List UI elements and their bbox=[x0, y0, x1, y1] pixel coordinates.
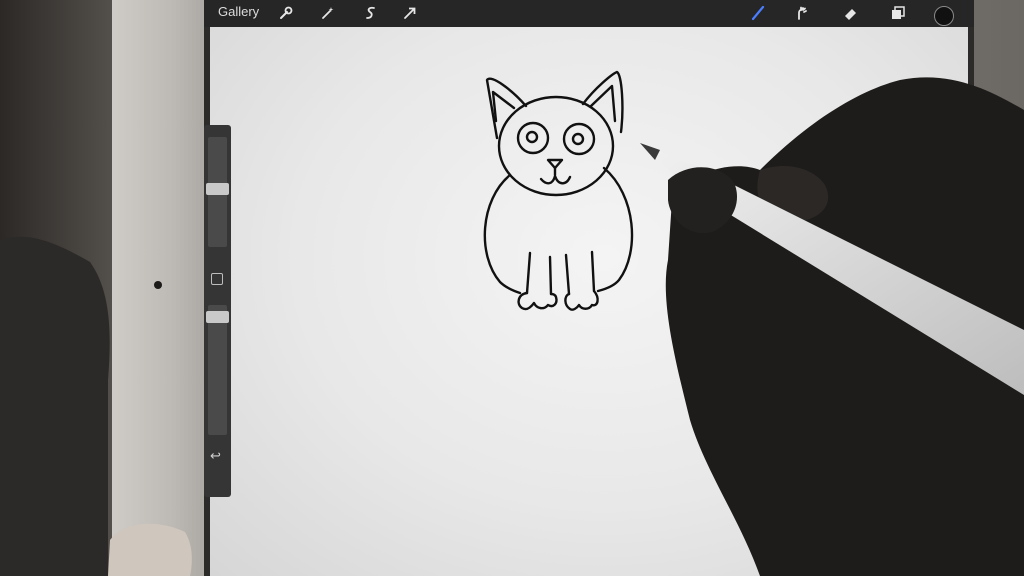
photo-scene: Gallery ↩ bbox=[0, 0, 1024, 576]
cat-right-paw bbox=[564, 289, 599, 311]
top-toolbar: Gallery bbox=[204, 0, 974, 27]
cat-body-left bbox=[483, 173, 522, 295]
undo-arrow-icon[interactable]: ↩ bbox=[210, 449, 221, 464]
magic-wand-icon[interactable] bbox=[318, 3, 338, 23]
layers-icon[interactable] bbox=[888, 3, 908, 23]
transform-arrow-icon[interactable] bbox=[400, 3, 420, 23]
drawing-canvas[interactable] bbox=[210, 27, 968, 576]
left-hand-shadow bbox=[0, 236, 110, 576]
cat-body-right bbox=[596, 166, 634, 293]
brush-size-thumb[interactable] bbox=[206, 183, 229, 195]
gallery-button[interactable]: Gallery bbox=[218, 4, 259, 19]
ipad-bezel bbox=[112, 0, 212, 576]
cat-legs bbox=[525, 250, 596, 296]
ipad-camera bbox=[154, 281, 162, 289]
square-icon[interactable] bbox=[211, 273, 223, 285]
wrench-icon[interactable] bbox=[276, 3, 296, 23]
cat-mouth bbox=[539, 166, 572, 185]
eraser-icon[interactable] bbox=[841, 3, 861, 23]
cat-drawing bbox=[483, 70, 634, 311]
side-toolbar: ↩ bbox=[204, 125, 231, 497]
selection-icon[interactable] bbox=[361, 3, 381, 23]
cat-left-paw bbox=[517, 291, 558, 311]
smudge-icon[interactable] bbox=[792, 3, 812, 23]
cat-right-ear bbox=[581, 70, 624, 134]
cat-left-eye bbox=[516, 121, 550, 155]
opacity-slider[interactable] bbox=[208, 305, 227, 435]
ipad-screen: Gallery ↩ bbox=[204, 0, 974, 576]
opacity-thumb[interactable] bbox=[206, 311, 229, 323]
cat-right-eye bbox=[562, 122, 596, 156]
brush-icon[interactable] bbox=[748, 3, 768, 23]
color-picker-swatch[interactable] bbox=[934, 6, 954, 26]
